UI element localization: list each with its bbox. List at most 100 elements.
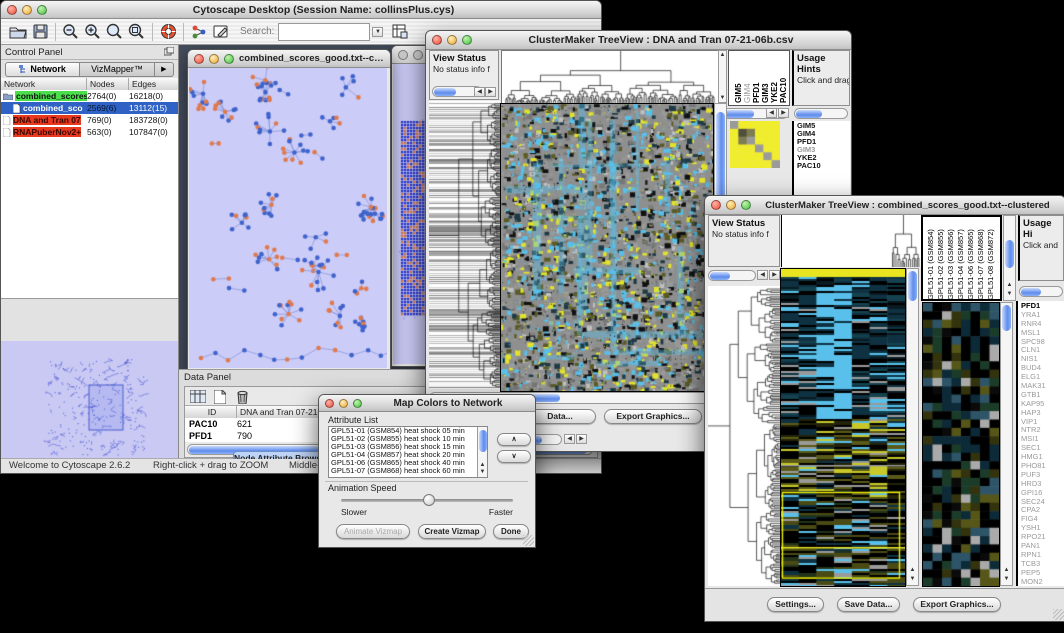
main-titlebar[interactable]: Cytoscape Desktop (Session Name: collins…	[1, 1, 601, 19]
usage-hscrollbar[interactable]	[794, 108, 848, 119]
tab-vizmapper[interactable]: VizMapper™	[80, 62, 154, 77]
heatmap-zoom-view[interactable]	[923, 303, 999, 586]
animate-vizmap-button[interactable]: Animate Vizmap	[336, 524, 410, 539]
heatmap-main[interactable]	[501, 104, 713, 391]
new-doc-icon[interactable]	[211, 389, 229, 404]
row-dendrogram[interactable]	[429, 101, 500, 389]
create-vizmap-button[interactable]: Create Vizmap	[418, 524, 486, 539]
column-label[interactable]: GPL51-06 (GSM865)	[966, 229, 975, 300]
open-folder-icon[interactable]	[7, 21, 29, 42]
zoom-fit-icon[interactable]	[126, 21, 148, 42]
resize-grip[interactable]	[523, 535, 534, 546]
column-label[interactable]: GPL51-07 (GSM868)	[976, 229, 985, 300]
move-up-button[interactable]: ∧	[497, 433, 531, 446]
zoom-in-icon[interactable]	[82, 21, 104, 42]
scroll-left-button[interactable]: ◀	[766, 108, 777, 118]
minimize-button[interactable]	[447, 35, 457, 45]
network-canvas-1[interactable]	[189, 68, 387, 368]
attribute-list-vscrollbar[interactable]: ▲▼	[477, 427, 487, 477]
network-row-selected[interactable]: combined_sco 2569(6)13112(15)	[1, 102, 178, 114]
maximize-button[interactable]	[37, 5, 47, 15]
treeview1-titlebar[interactable]: ClusterMaker TreeView : DNA and Tran 07-…	[426, 31, 851, 50]
column-label[interactable]: GPL51-04 (GSM857)	[956, 229, 965, 300]
tab-overflow-arrow[interactable]: ▶	[155, 62, 174, 77]
treeview2-titlebar[interactable]: ClusterMaker TreeView : combined_scores_…	[705, 196, 1064, 215]
column-labels-vscrollbar[interactable]: ▲▼	[1003, 215, 1016, 301]
birds-eye-view[interactable]	[1, 341, 178, 458]
scroll-left-button[interactable]: ◀	[757, 270, 768, 280]
network-row[interactable]: RNAPuberNov2+ 563(0)107847(0)	[1, 126, 178, 138]
save-icon[interactable]	[29, 21, 51, 42]
close-button[interactable]	[194, 54, 204, 64]
help-icon[interactable]	[157, 21, 179, 42]
zoom-out-icon[interactable]	[60, 21, 82, 42]
resize-grip[interactable]	[1053, 609, 1064, 620]
column-label[interactable]: GIM3	[761, 83, 770, 103]
network-row[interactable]: DNA and Tran 07 769(0)183728(0)	[1, 114, 178, 126]
attribute-table-icon[interactable]	[389, 21, 411, 42]
save-data-button[interactable]: Save Data...	[837, 597, 900, 612]
minimize-button[interactable]	[726, 200, 736, 210]
column-label[interactable]: GIM5	[734, 83, 743, 103]
close-button[interactable]	[325, 399, 334, 408]
scroll-right-button[interactable]: ▶	[485, 87, 496, 97]
zoom-selected-icon[interactable]	[104, 21, 126, 42]
export-graphics-button[interactable]: Export Graphics...	[604, 409, 702, 424]
maximize-button[interactable]	[462, 35, 472, 45]
scroll-right-button[interactable]: ▶	[778, 108, 789, 118]
maximize-button[interactable]	[741, 200, 751, 210]
scroll-right-button[interactable]: ▶	[576, 434, 587, 444]
heatmap-main[interactable]	[781, 269, 905, 586]
dialog-titlebar[interactable]: Map Colors to Network	[319, 395, 535, 412]
network1-titlebar[interactable]: combined_scores_good.txt--cluste...	[188, 50, 390, 68]
minimize-button[interactable]	[209, 54, 219, 64]
column-label[interactable]: GIM4	[743, 83, 752, 103]
column-label[interactable]: GPL51-01 (GSM854)	[926, 229, 935, 300]
float-panel-icon[interactable]	[164, 43, 174, 61]
annotation-icon[interactable]	[210, 21, 232, 42]
scroll-right-button[interactable]: ▶	[769, 270, 780, 280]
tab-network[interactable]: Network	[5, 62, 80, 77]
move-down-button[interactable]: ∨	[497, 450, 531, 463]
node-attribute-browser-tab[interactable]: Node Attribute Brows...	[233, 451, 327, 459]
column-label[interactable]: YKE2	[770, 82, 779, 103]
slider-thumb[interactable]	[423, 494, 435, 506]
column-label[interactable]: PFD1	[752, 83, 761, 103]
animation-speed-slider[interactable]	[341, 499, 513, 502]
search-dropdown-arrow[interactable]: ▼	[372, 27, 383, 37]
export-graphics-button[interactable]: Export Graphics...	[913, 597, 1001, 612]
minimize-button[interactable]	[413, 50, 423, 60]
search-input[interactable]	[278, 23, 370, 41]
column-dendrogram[interactable]	[781, 215, 922, 267]
network-icon[interactable]	[188, 21, 210, 42]
attribute-option[interactable]: GPL51-07 (GSM868) heat shock 60 min	[329, 467, 487, 475]
column-label[interactable]: GPL51-03 (GSM856)	[946, 229, 955, 300]
maximize-button[interactable]	[353, 399, 362, 408]
column-tree-scrollbar[interactable]: ▲▼	[718, 50, 727, 103]
table-icon[interactable]	[189, 389, 207, 404]
minimize-button[interactable]	[22, 5, 32, 15]
scroll-left-button[interactable]: ◀	[474, 87, 485, 97]
column-label[interactable]: GPL51-08 (GSM872)	[986, 229, 995, 300]
trash-icon[interactable]	[233, 389, 251, 404]
close-button[interactable]	[711, 200, 721, 210]
close-button[interactable]	[432, 35, 442, 45]
column-label[interactable]: PAC10	[779, 78, 788, 103]
view-status-hscrollbar[interactable]	[708, 270, 756, 281]
scroll-left-button[interactable]: ◀	[564, 434, 575, 444]
heatmap-vscrollbar[interactable]: ▲▼	[906, 268, 919, 586]
row-dendrogram[interactable]	[708, 286, 780, 586]
maximize-button[interactable]	[224, 54, 234, 64]
gene-label[interactable]: MON2	[1021, 578, 1064, 586]
usage-hscrollbar[interactable]	[1019, 286, 1063, 297]
settings-button[interactable]: Settings...	[767, 597, 824, 612]
close-button[interactable]	[7, 5, 17, 15]
close-button[interactable]	[398, 50, 408, 60]
selected-cluster-matrix[interactable]	[730, 121, 780, 168]
column-label[interactable]: GPL51-02 (GSM855)	[936, 229, 945, 300]
row-label[interactable]: PAC10	[797, 162, 850, 170]
network-row[interactable]: combined_scores 2764(0)16218(0)	[1, 90, 178, 102]
minimize-button[interactable]	[339, 399, 348, 408]
zoom-vscrollbar[interactable]: ▲▼	[1000, 302, 1013, 586]
column-dendrogram[interactable]	[501, 50, 719, 105]
